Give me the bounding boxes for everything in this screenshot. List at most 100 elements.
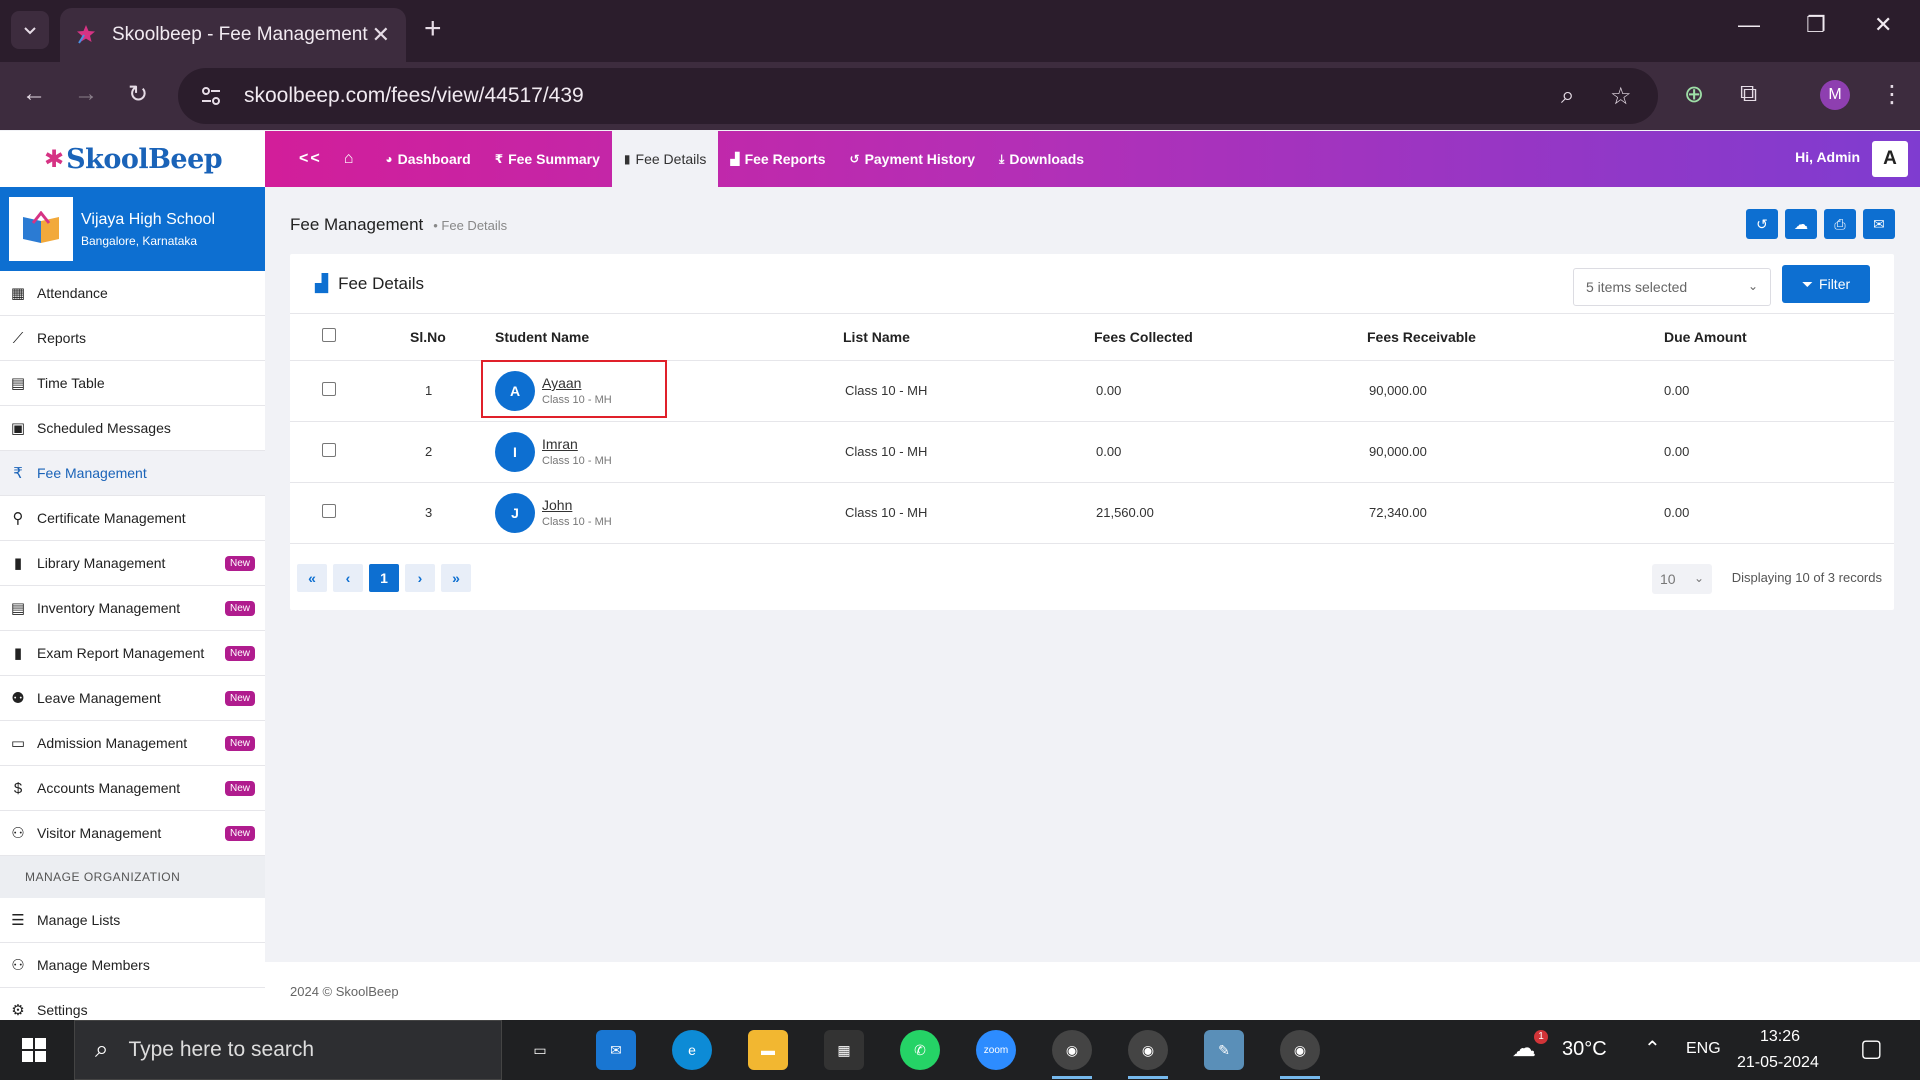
list-select-dropdown[interactable]: 5 items selected ⌄	[1573, 268, 1771, 306]
next-page-button[interactable]: ›	[405, 564, 435, 592]
url-field[interactable]: skoolbeep.com/fees/view/44517/439 ⌕ ☆	[178, 68, 1658, 124]
forward-icon[interactable]: →	[74, 80, 98, 108]
clock-date[interactable]: 21-05-2024	[1737, 1054, 1819, 1072]
greeting-text: Hi, Admin	[1795, 149, 1860, 165]
row-checkbox[interactable]	[322, 443, 336, 457]
bookmark-star-icon[interactable]: ☆	[1610, 82, 1632, 111]
print-button[interactable]: ⎙	[1824, 209, 1856, 239]
sidebar-item-admission-management[interactable]: ▭ Admission Management New	[0, 721, 265, 766]
sidebar-item-exam-report-management[interactable]: ▮ Exam Report Management New	[0, 631, 265, 676]
sidebar-item-fee-management[interactable]: ₹ Fee Management	[0, 451, 265, 496]
file-explorer-icon[interactable]: ▬	[748, 1030, 788, 1070]
user-avatar[interactable]: A	[1872, 141, 1908, 177]
app-logo[interactable]: ✱ SkoolBeep	[0, 131, 265, 187]
browser-tab-active[interactable]: Skoolbeep - Fee Management ✕	[60, 8, 406, 62]
whatsapp-icon[interactable]: ✆	[900, 1030, 940, 1070]
sidebar-item-leave-management[interactable]: ⚉ Leave Management New	[0, 676, 265, 721]
clock-time[interactable]: 13:26	[1760, 1028, 1800, 1046]
top-navigation: << ⌂ ◕ Dashboard ₹ Fee Summary ▮ Fee Detail…	[265, 131, 1920, 187]
minimize-icon[interactable]: —	[1738, 12, 1760, 38]
sidebar-item-accounts-management[interactable]: $ Accounts Management New	[0, 766, 265, 811]
header-due-amount: Due Amount	[1664, 314, 1894, 361]
chevron-up-icon[interactable]: ⌃	[1644, 1036, 1661, 1061]
home-icon[interactable]: ⌂	[344, 150, 354, 168]
collapse-sidebar-button[interactable]: <<	[299, 150, 322, 168]
nav-fee-summary[interactable]: ₹ Fee Summary	[483, 131, 612, 187]
new-badge: New	[224, 691, 255, 706]
upload-button[interactable]: ☁	[1785, 209, 1817, 239]
notepad-icon[interactable]: ✎	[1204, 1030, 1244, 1070]
extensions-icon[interactable]: ⧉	[1740, 80, 1757, 108]
zoom-icon[interactable]: ⌕	[1561, 82, 1574, 110]
microsoft-store-icon[interactable]: ▦	[824, 1030, 864, 1070]
chrome-profile-icon[interactable]: ◉	[1052, 1030, 1092, 1070]
nav-fee-details[interactable]: ▮ Fee Details	[611, 131, 719, 187]
notification-icon[interactable]: ▢	[1860, 1034, 1883, 1063]
per-page-select[interactable]: 10 ⌄	[1652, 564, 1712, 594]
profile-avatar[interactable]: M	[1820, 80, 1850, 110]
sidebar-item-scheduled-messages[interactable]: ▣ Scheduled Messages	[0, 406, 265, 451]
sidebar-item-library-management[interactable]: ▮ Library Management New	[0, 541, 265, 586]
chrome-second-icon[interactable]: ◉	[1280, 1030, 1320, 1070]
cell-fees-collected: 0.00	[1094, 360, 1367, 422]
close-window-icon[interactable]: ✕	[1874, 12, 1892, 38]
zoom-app-icon[interactable]: zoom	[976, 1030, 1016, 1070]
student-name-link[interactable]: John	[542, 497, 612, 513]
nav-dashboard[interactable]: ◕ Dashboard	[373, 131, 482, 187]
restore-icon[interactable]: ❐	[1806, 12, 1826, 38]
weather-icon[interactable]: ☁	[1512, 1034, 1536, 1063]
message-button[interactable]: ✉	[1863, 209, 1895, 239]
breadcrumb-current: • Fee Details	[433, 218, 508, 233]
task-view-icon[interactable]: ▭	[520, 1030, 560, 1070]
sidebar-item-reports[interactable]: ⟋ Reports	[0, 316, 265, 361]
windows-start-icon[interactable]	[22, 1038, 46, 1062]
fee-details-card: ▟ Fee Details 5 items selected ⌄ ⏷ Filte…	[290, 254, 1894, 610]
last-page-button[interactable]: »	[441, 564, 471, 592]
select-all-checkbox[interactable]	[322, 328, 336, 343]
language-indicator[interactable]: ENG	[1686, 1040, 1721, 1058]
sidebar-item-manage-members[interactable]: ⚇ Manage Members	[0, 943, 265, 988]
sidebar-item-certificate-management[interactable]: ⚲ Certificate Management	[0, 496, 265, 541]
school-card[interactable]: Vijaya High School Bangalore, Karnataka	[0, 187, 265, 271]
mail-icon[interactable]: ✉	[596, 1030, 636, 1070]
book-icon: ▮	[13, 555, 23, 572]
nav-payment-history[interactable]: ↺ Payment History	[838, 131, 988, 187]
student-name-link[interactable]: Imran	[542, 436, 612, 452]
table-row: 3 J John Class 10 - MH Class 10 - MH 21,…	[290, 482, 1894, 544]
nav-downloads[interactable]: ⤓ Downloads	[987, 131, 1096, 187]
sidebar-item-time-table[interactable]: ▤ Time Table	[0, 361, 265, 406]
sidebar-item-inventory-management[interactable]: ▤ Inventory Management New	[0, 586, 265, 631]
chrome-icon[interactable]: ◉	[1128, 1030, 1168, 1070]
filter-button[interactable]: ⏷ Filter	[1782, 265, 1870, 303]
back-icon[interactable]: ←	[22, 80, 46, 108]
sidebar-item-manage-lists[interactable]: ☰ Manage Lists	[0, 898, 265, 943]
tab-close-icon[interactable]: ✕	[372, 22, 390, 48]
row-checkbox[interactable]	[322, 504, 336, 518]
header-fees-receivable: Fees Receivable	[1367, 314, 1664, 361]
cell-list-name: Class 10 - MH	[843, 360, 1094, 422]
prev-page-button[interactable]: ‹	[333, 564, 363, 592]
pagination: « ‹ 1 › »	[297, 564, 471, 592]
cell-fees-receivable: 90,000.00	[1367, 360, 1664, 422]
edge-icon[interactable]: e	[672, 1030, 712, 1070]
add-extension-icon[interactable]: ⊕	[1684, 80, 1704, 109]
sidebar-item-visitor-management[interactable]: ⚇ Visitor Management New	[0, 811, 265, 856]
list-icon: ☰	[11, 912, 25, 929]
taskbar-search[interactable]: ⌕ Type here to search	[74, 1020, 502, 1080]
sidebar-item-attendance[interactable]: ▦ Attendance	[0, 271, 265, 316]
temperature[interactable]: 30°C	[1562, 1038, 1607, 1061]
row-checkbox[interactable]	[322, 382, 336, 396]
sidebar-section-title: MANAGE ORGANIZATION	[0, 856, 265, 898]
nav-fee-reports[interactable]: ▟ Fee Reports	[718, 131, 837, 187]
line-chart-icon: ⟋	[12, 329, 24, 347]
header-slno: Sl.No	[410, 314, 495, 361]
sidebar-item-settings[interactable]: ⚙ Settings	[0, 988, 265, 1020]
reload-icon[interactable]: ↻	[128, 80, 148, 109]
browser-menu-icon[interactable]: ⋮	[1880, 80, 1904, 109]
site-settings-icon[interactable]	[198, 83, 224, 109]
history-button[interactable]: ↺	[1746, 209, 1778, 239]
new-tab-icon[interactable]: +	[424, 14, 442, 44]
page-button-current[interactable]: 1	[369, 564, 399, 592]
tab-search-button[interactable]	[11, 11, 49, 49]
first-page-button[interactable]: «	[297, 564, 327, 592]
